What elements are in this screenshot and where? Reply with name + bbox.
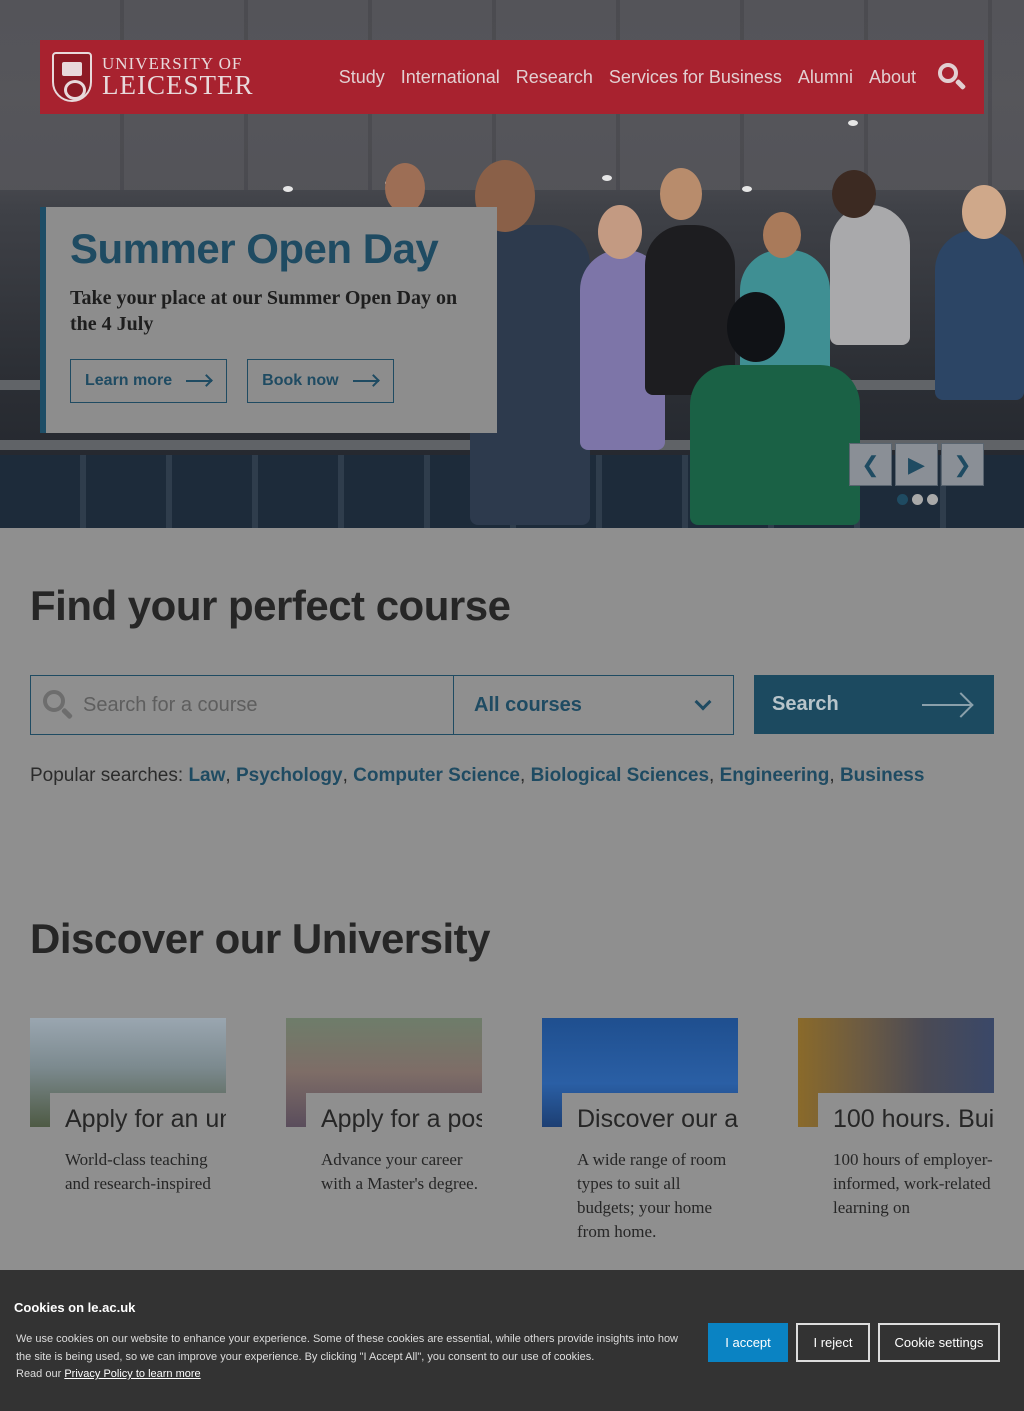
cookie-reject-button[interactable]: I reject bbox=[796, 1323, 870, 1362]
chevron-right-icon: ❯ bbox=[953, 451, 972, 477]
university-logo[interactable]: UNIVERSITY OF LEICESTER bbox=[52, 52, 254, 102]
popular-searches-label: Popular searches: bbox=[30, 765, 184, 786]
privacy-policy-link[interactable]: Privacy Policy to learn more bbox=[64, 1368, 200, 1380]
hero-person bbox=[598, 205, 642, 259]
course-search-box bbox=[30, 675, 454, 735]
hero-person bbox=[763, 212, 801, 258]
card-title: 100 hours. Built in. bbox=[833, 1105, 994, 1133]
arrow-right-icon bbox=[186, 374, 214, 387]
discover-title: Discover our University bbox=[30, 915, 491, 962]
course-type-value: All courses bbox=[474, 693, 582, 716]
play-icon: ▶ bbox=[908, 451, 925, 477]
card-body: 100 hours. Built in. 100 hours of employ… bbox=[818, 1093, 994, 1220]
carousel-dot[interactable] bbox=[912, 494, 923, 505]
hero-person bbox=[385, 163, 425, 213]
popular-link-engineering[interactable]: Engineering bbox=[720, 765, 830, 786]
cookie-accept-button[interactable]: I accept bbox=[708, 1323, 788, 1362]
search-button-label: Search bbox=[772, 693, 839, 715]
popular-link-law[interactable]: Law bbox=[188, 765, 225, 786]
cookie-banner: Cookies on le.ac.uk We use cookies on ou… bbox=[0, 1270, 1024, 1411]
cookie-read-our: Read our bbox=[16, 1368, 62, 1380]
site-header: UNIVERSITY OF LEICESTER Study Internatio… bbox=[40, 40, 984, 114]
chevron-left-icon: ❮ bbox=[861, 451, 880, 477]
card-body: Discover our accommodation A wide range … bbox=[562, 1093, 738, 1244]
hero-person bbox=[690, 365, 860, 525]
search-icon-circle bbox=[938, 63, 958, 83]
ceiling-light bbox=[742, 186, 752, 192]
learn-more-label: Learn more bbox=[85, 372, 173, 389]
popular-link-computer-science[interactable]: Computer Science bbox=[353, 765, 520, 786]
nav-research[interactable]: Research bbox=[516, 67, 593, 88]
logo-text: UNIVERSITY OF LEICESTER bbox=[102, 55, 254, 99]
card-postgraduate[interactable]: Apply for a postgraduate course Advance … bbox=[286, 1018, 482, 1278]
main-nav: Study International Research Services fo… bbox=[323, 67, 916, 88]
hero-subtitle: Take your place at our Summer Open Day o… bbox=[70, 287, 458, 335]
carousel-play-button[interactable]: ▶ bbox=[895, 443, 938, 486]
hero-person bbox=[962, 185, 1006, 239]
hero-title: Summer Open Day bbox=[70, 225, 439, 272]
arrow-right-icon bbox=[922, 704, 972, 706]
carousel-dot[interactable] bbox=[927, 494, 938, 505]
card-100-hours[interactable]: 100 hours. Built in. 100 hours of employ… bbox=[798, 1018, 994, 1278]
carousel-next-button[interactable]: ❯ bbox=[941, 443, 984, 486]
cookie-description: We use cookies on our website to enhance… bbox=[16, 1333, 679, 1363]
card-text: Advance your career with a Master's degr… bbox=[321, 1150, 478, 1193]
carousel-dot[interactable] bbox=[897, 494, 908, 505]
cookie-text: We use cookies on our website to enhance… bbox=[16, 1331, 686, 1384]
learn-more-button[interactable]: Learn more bbox=[70, 359, 228, 403]
nav-study[interactable]: Study bbox=[339, 67, 385, 88]
find-course-title: Find your perfect course bbox=[30, 582, 511, 629]
ceiling-light bbox=[848, 120, 858, 126]
ceiling-light bbox=[602, 175, 612, 181]
carousel-dots bbox=[897, 494, 942, 505]
cookie-settings-button[interactable]: Cookie settings bbox=[878, 1323, 1000, 1362]
popular-link-psychology[interactable]: Psychology bbox=[236, 765, 343, 786]
search-icon bbox=[43, 690, 74, 720]
course-search-input[interactable] bbox=[83, 693, 423, 717]
logo-line-2: LEICESTER bbox=[102, 70, 254, 100]
crest-icon bbox=[52, 52, 92, 102]
card-title: Discover our accommodation bbox=[577, 1105, 738, 1133]
card-accommodation[interactable]: Discover our accommodation A wide range … bbox=[542, 1018, 738, 1278]
hero-promo-card: Summer Open Day Take your place at our S… bbox=[40, 207, 497, 433]
card-body: Apply for a postgraduate course Advance … bbox=[306, 1093, 482, 1196]
hero-person bbox=[660, 168, 702, 220]
course-type-select[interactable]: All courses bbox=[453, 675, 734, 735]
ceiling-light bbox=[283, 186, 293, 192]
card-text: 100 hours of employer-informed, work-rel… bbox=[833, 1150, 993, 1217]
chevron-down-icon bbox=[694, 693, 712, 711]
popular-searches: Popular searches: Law, Psychology, Compu… bbox=[30, 765, 925, 786]
nav-services-for-business[interactable]: Services for Business bbox=[609, 67, 782, 88]
book-now-button[interactable]: Book now bbox=[247, 359, 394, 403]
hero-person bbox=[727, 292, 785, 362]
card-title: Apply for an undergraduate course bbox=[65, 1105, 226, 1133]
arrow-right-icon bbox=[352, 374, 380, 387]
search-icon[interactable] bbox=[938, 63, 967, 91]
hero-person bbox=[832, 170, 876, 218]
hero-person bbox=[830, 205, 910, 345]
popular-link-business[interactable]: Business bbox=[840, 765, 924, 786]
card-text: World-class teaching and research-inspir… bbox=[65, 1150, 211, 1193]
course-search-button[interactable]: Search bbox=[754, 675, 994, 734]
card-title: Apply for a postgraduate course bbox=[321, 1105, 482, 1133]
search-icon-handle bbox=[954, 78, 967, 91]
carousel-prev-button[interactable]: ❮ bbox=[849, 443, 892, 486]
carousel-controls: ❮ ▶ ❯ bbox=[849, 443, 987, 486]
popular-link-biological-sciences[interactable]: Biological Sciences bbox=[531, 765, 709, 786]
card-undergraduate[interactable]: Apply for an undergraduate course World-… bbox=[30, 1018, 226, 1278]
hero-person bbox=[935, 230, 1024, 400]
nav-about[interactable]: About bbox=[869, 67, 916, 88]
book-now-label: Book now bbox=[262, 372, 339, 389]
nav-international[interactable]: International bbox=[401, 67, 500, 88]
cookie-title: Cookies on le.ac.uk bbox=[14, 1300, 136, 1315]
card-body: Apply for an undergraduate course World-… bbox=[50, 1093, 226, 1196]
card-text: A wide range of room types to suit all b… bbox=[577, 1150, 727, 1241]
nav-alumni[interactable]: Alumni bbox=[798, 67, 853, 88]
hero-buttons: Learn more Book now bbox=[70, 359, 473, 403]
